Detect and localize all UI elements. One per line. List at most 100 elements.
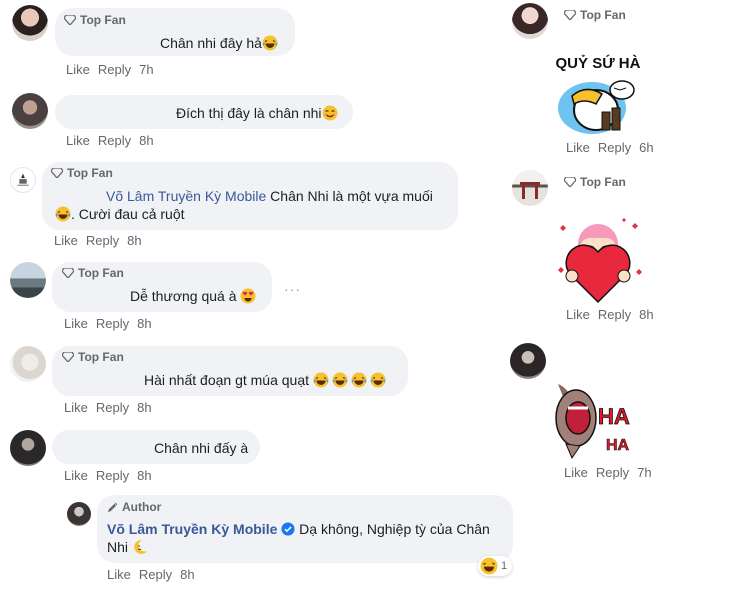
diamond-icon <box>62 268 74 278</box>
reply-link[interactable]: Reply <box>86 233 119 248</box>
like-link[interactable]: Like <box>564 465 588 480</box>
like-link[interactable]: Like <box>64 316 88 331</box>
laughing-emoji-icon <box>370 372 386 388</box>
reaction-count: 1 <box>501 560 508 572</box>
like-link[interactable]: Like <box>54 233 78 248</box>
avatar[interactable] <box>10 346 46 382</box>
avatar[interactable] <box>512 170 548 206</box>
more-options-icon[interactable]: ··· <box>284 281 301 297</box>
diamond-icon <box>564 10 576 20</box>
reply-link[interactable]: Reply <box>98 133 131 148</box>
reply-link[interactable]: Reply <box>598 140 631 155</box>
sticker-caption: HA <box>598 404 630 429</box>
diamond-icon <box>564 177 576 187</box>
reply-link[interactable]: Reply <box>596 465 629 480</box>
comment-text: Chân nhi đấy à <box>154 439 248 457</box>
reply-link[interactable]: Reply <box>598 307 631 322</box>
comment-text-content: . Cười đau cả ruột <box>71 206 185 222</box>
like-link[interactable]: Like <box>64 468 88 483</box>
comment-text-content: Chân nhi đây hả <box>160 35 262 51</box>
comment-text: Chân nhi đây hả <box>160 34 278 52</box>
avatar[interactable] <box>510 343 546 379</box>
comment-text-content: Nhi <box>107 539 132 555</box>
timestamp[interactable]: 8h <box>137 468 151 483</box>
comment-text-line-1: Võ Lâm Truyền Kỳ Mobile Dạ không, Nghiệp… <box>107 520 490 538</box>
diamond-icon <box>62 352 74 362</box>
timestamp[interactable]: 8h <box>180 567 194 582</box>
avatar[interactable] <box>12 93 48 129</box>
like-link[interactable]: Like <box>66 62 90 77</box>
badge-label: Top Fan <box>78 350 124 364</box>
reply-link[interactable]: Reply <box>98 62 131 77</box>
comment-actions: Like Reply 8h <box>64 468 152 483</box>
heart-girl-sticker-icon <box>558 218 642 304</box>
timestamp[interactable]: 6h <box>639 140 653 155</box>
avatar[interactable] <box>67 502 91 526</box>
laughing-dog-sticker-icon: HA HA <box>555 384 630 460</box>
timestamp[interactable]: 7h <box>139 62 153 77</box>
badge-label: Top Fan <box>580 8 626 22</box>
comment-text-content: Dạ không, Nghiệp tỳ của Chân <box>299 521 490 537</box>
diamond-icon <box>51 168 63 178</box>
like-link[interactable]: Like <box>64 400 88 415</box>
sticker-caption: QUỶ SỨ HÀ <box>556 54 641 72</box>
comment-actions: Like Reply 7h <box>564 465 652 480</box>
sticker-quy-su-ha[interactable]: QUỶ SỨ HÀ <box>552 52 644 138</box>
comment-text: Đích thị đây là chân nhi <box>176 104 338 122</box>
smiling-emoji-icon <box>322 105 338 121</box>
reply-link[interactable]: Reply <box>96 400 129 415</box>
top-fan-badge: Top Fan <box>62 350 124 364</box>
haha-reaction-icon <box>480 557 498 575</box>
timestamp[interactable]: 7h <box>637 465 651 480</box>
top-fan-badge: Top Fan <box>564 8 626 22</box>
page-logo-icon <box>17 173 29 186</box>
reply-link[interactable]: Reply <box>139 567 172 582</box>
arch-icon <box>520 182 540 199</box>
like-link[interactable]: Like <box>66 133 90 148</box>
sticker-heart-girl[interactable] <box>552 214 644 306</box>
comment-actions: Like Reply 8h <box>107 567 195 582</box>
sticker-haha-dog[interactable]: HA HA <box>552 378 644 464</box>
like-link[interactable]: Like <box>566 140 590 155</box>
reply-link[interactable]: Reply <box>96 316 129 331</box>
reply-link[interactable]: Reply <box>96 468 129 483</box>
comment-text-content: Đích thị đây là chân nhi <box>176 105 322 121</box>
comment-actions: Like Reply 8h <box>66 133 154 148</box>
timestamp[interactable]: 8h <box>137 316 151 331</box>
comment-actions: Like Reply 6h <box>566 140 654 155</box>
timestamp[interactable]: 8h <box>137 400 151 415</box>
avatar[interactable] <box>10 167 36 193</box>
avatar[interactable] <box>10 262 46 298</box>
comment-text-line-1: Võ Lâm Truyền Kỳ Mobile Chân Nhi là một … <box>106 187 433 205</box>
mention-link[interactable]: Võ Lâm Truyền Kỳ Mobile <box>106 188 266 204</box>
heart-eyes-emoji-icon <box>240 288 256 304</box>
comment-text-content: Hài nhất đoạn gt múa quạt <box>144 372 313 388</box>
timestamp[interactable]: 8h <box>639 307 653 322</box>
comment-text-content: Dễ thương quá à <box>130 288 241 304</box>
author-name-link[interactable]: Võ Lâm Truyền Kỳ Mobile <box>107 521 277 537</box>
top-fan-badge: Top Fan <box>564 175 626 189</box>
badge-label: Top Fan <box>580 175 626 189</box>
badge-label: Top Fan <box>78 266 124 280</box>
timestamp[interactable]: 8h <box>127 233 141 248</box>
like-link[interactable]: Like <box>566 307 590 322</box>
comment-text-line-2: . Cười đau cả ruột <box>55 205 185 223</box>
timestamp[interactable]: 8h <box>139 133 153 148</box>
crescent-moon-icon <box>134 539 147 554</box>
laughing-emoji-icon <box>262 35 278 51</box>
like-link[interactable]: Like <box>107 567 131 582</box>
reaction-count-pill[interactable]: 1 <box>478 556 513 576</box>
diamond-icon <box>64 15 76 25</box>
avatar[interactable] <box>12 5 48 41</box>
laughing-emoji-icon <box>332 372 348 388</box>
comment-text-content: Chân nhi đấy à <box>154 440 249 456</box>
comment-actions: Like Reply 8h <box>54 233 142 248</box>
verified-badge-icon <box>281 522 295 536</box>
badge-label: Top Fan <box>67 166 113 180</box>
author-badge: Author <box>107 500 161 514</box>
comment-text: Dễ thương quá à <box>130 287 256 305</box>
avatar[interactable] <box>10 430 46 466</box>
laughing-emoji-icon <box>351 372 367 388</box>
comment-text-content: Chân Nhi là một vựa muối <box>266 188 433 204</box>
avatar[interactable] <box>512 3 548 39</box>
